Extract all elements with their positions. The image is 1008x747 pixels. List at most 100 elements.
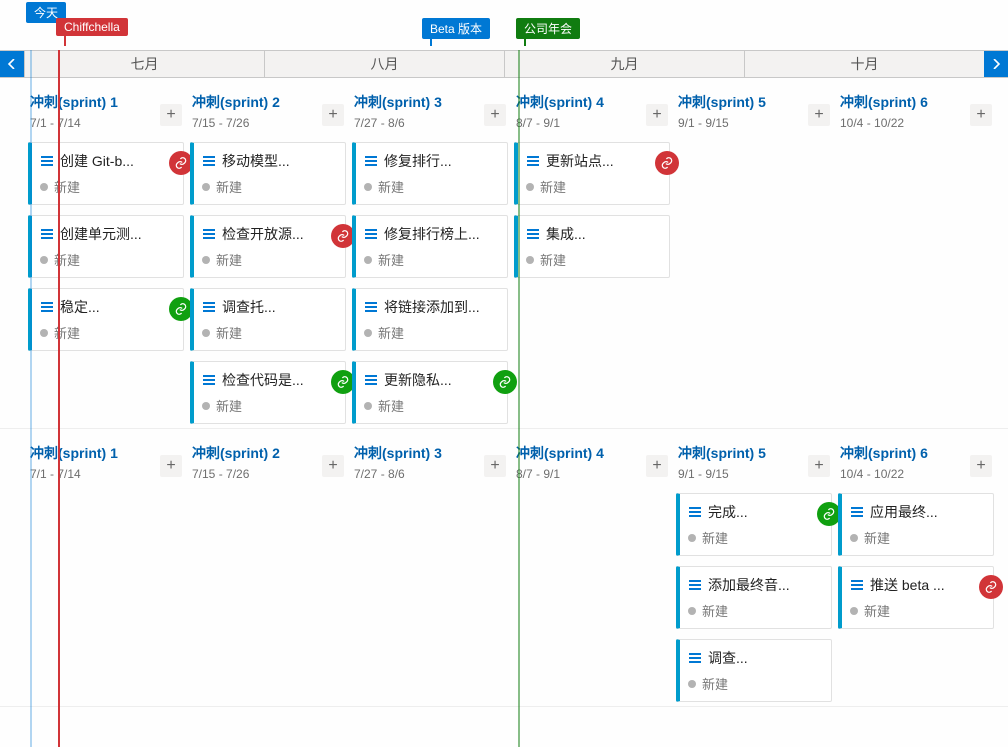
sprint-column: 冲刺(sprint) 17/1 - 7/14+ 创建 Git-b...新建创建单元… bbox=[28, 82, 184, 424]
card-title: 集成... bbox=[546, 224, 586, 244]
status-dot-icon bbox=[688, 607, 696, 615]
scroll-left-button[interactable] bbox=[0, 51, 24, 77]
work-item-card[interactable]: 应用最终... 新建 bbox=[838, 493, 994, 556]
work-item-card[interactable]: 修复排行榜上...新建 bbox=[352, 215, 508, 278]
sprint-header: 冲刺(sprint) 610/4 - 10/22+ bbox=[838, 433, 994, 483]
add-item-button[interactable]: + bbox=[484, 455, 506, 477]
timeline-markers: 今天 Chiffchella Beta 版本 公司年会 bbox=[0, 0, 1008, 50]
card-title: 应用最终... bbox=[870, 502, 938, 522]
card-title: 将链接添加到... bbox=[384, 297, 480, 317]
card-status: 新建 bbox=[864, 528, 890, 547]
status-dot-icon bbox=[688, 680, 696, 688]
add-item-button[interactable]: + bbox=[160, 104, 182, 126]
workitem-icon bbox=[364, 227, 378, 241]
months-header: 七月 八月 九月 十月 bbox=[0, 50, 1008, 78]
workitem-icon bbox=[526, 227, 540, 241]
add-item-button[interactable]: + bbox=[970, 455, 992, 477]
add-item-button[interactable]: + bbox=[970, 104, 992, 126]
sprint-header: 冲刺(sprint) 17/1 - 7/14+ bbox=[28, 82, 184, 132]
status-dot-icon bbox=[526, 256, 534, 264]
sprint-column: 冲刺(sprint) 610/4 - 10/22+ bbox=[838, 82, 994, 424]
work-item-card[interactable]: 推送 beta ... 新建 bbox=[838, 566, 994, 629]
workitem-icon bbox=[40, 300, 54, 314]
sprint-column: 冲刺(sprint) 59/1 - 9/15+完成...新建添加最终音...新建… bbox=[676, 433, 832, 702]
work-item-card[interactable]: 检查代码是...新建 bbox=[190, 361, 346, 424]
status-dot-icon bbox=[202, 256, 210, 264]
card-status: 新建 bbox=[378, 323, 404, 342]
add-item-button[interactable]: + bbox=[322, 104, 344, 126]
status-dot-icon bbox=[202, 329, 210, 337]
card-title: 修复排行榜上... bbox=[384, 224, 480, 244]
marker-chiffchella-label: Chiffchella bbox=[56, 18, 128, 36]
workitem-icon bbox=[688, 578, 702, 592]
card-status: 新建 bbox=[216, 250, 242, 269]
sprint-board: 冲刺(sprint) 17/1 - 7/14+ 创建 Git-b...新建创建单元… bbox=[0, 78, 1008, 707]
status-dot-icon bbox=[364, 256, 372, 264]
work-item-card[interactable]: 完成... 新建 bbox=[676, 493, 832, 556]
sprint-header: 冲刺(sprint) 17/1 - 7/14+ bbox=[28, 433, 184, 483]
work-item-card[interactable]: 调查...新建 bbox=[676, 639, 832, 702]
add-item-button[interactable]: + bbox=[646, 455, 668, 477]
status-dot-icon bbox=[850, 607, 858, 615]
status-dot-icon bbox=[202, 402, 210, 410]
sprint-header: 冲刺(sprint) 27/15 - 7/26+ bbox=[190, 433, 346, 483]
status-dot-icon bbox=[688, 534, 696, 542]
workitem-icon bbox=[850, 578, 864, 592]
sprint-column: 冲刺(sprint) 37/27 - 8/6+ bbox=[352, 433, 508, 702]
work-item-card[interactable]: 集成...新建 bbox=[514, 215, 670, 278]
sprint-header: 冲刺(sprint) 59/1 - 9/15+ bbox=[676, 433, 832, 483]
status-dot-icon bbox=[40, 329, 48, 337]
marker-chiffchella: Chiffchella bbox=[56, 2, 128, 36]
card-title: 更新站点... bbox=[546, 151, 614, 171]
workitem-icon bbox=[364, 300, 378, 314]
status-dot-icon bbox=[40, 256, 48, 264]
sprint-header: 冲刺(sprint) 37/27 - 8/6+ bbox=[352, 82, 508, 132]
work-item-card[interactable]: 调查托...新建 bbox=[190, 288, 346, 351]
work-item-card[interactable]: 稳定... 新建 bbox=[28, 288, 184, 351]
scroll-right-button[interactable] bbox=[984, 51, 1008, 77]
add-item-button[interactable]: + bbox=[322, 455, 344, 477]
card-status: 新建 bbox=[702, 528, 728, 547]
status-dot-icon bbox=[526, 183, 534, 191]
card-status: 新建 bbox=[54, 250, 80, 269]
card-status: 新建 bbox=[702, 601, 728, 620]
work-item-card[interactable]: 更新隐私... 新建 bbox=[352, 361, 508, 424]
work-item-card[interactable]: 创建单元测...新建 bbox=[28, 215, 184, 278]
workitem-icon bbox=[688, 651, 702, 665]
work-item-card[interactable]: 检查开放源...新建 bbox=[190, 215, 346, 278]
sprint-header: 冲刺(sprint) 48/7 - 9/1+ bbox=[514, 82, 670, 132]
month-col: 七月 bbox=[24, 51, 264, 77]
card-title: 推送 beta ... bbox=[870, 575, 945, 595]
sprint-column: 冲刺(sprint) 610/4 - 10/22+应用最终...新建推送 bet… bbox=[838, 433, 994, 702]
add-item-button[interactable]: + bbox=[808, 455, 830, 477]
workitem-icon bbox=[40, 227, 54, 241]
card-status: 新建 bbox=[864, 601, 890, 620]
marker-conf: 公司年会 bbox=[516, 2, 580, 39]
card-title: 完成... bbox=[708, 502, 748, 522]
card-title: 稳定... bbox=[60, 297, 100, 317]
card-title: 调查托... bbox=[222, 297, 276, 317]
add-item-button[interactable]: + bbox=[646, 104, 668, 126]
add-item-button[interactable]: + bbox=[160, 455, 182, 477]
card-status: 新建 bbox=[54, 323, 80, 342]
work-item-card[interactable]: 修复排行...新建 bbox=[352, 142, 508, 205]
status-dot-icon bbox=[364, 402, 372, 410]
add-item-button[interactable]: + bbox=[484, 104, 506, 126]
sprint-header: 冲刺(sprint) 610/4 - 10/22+ bbox=[838, 82, 994, 132]
month-col: 八月 bbox=[264, 51, 504, 77]
card-title: 更新隐私... bbox=[384, 370, 452, 390]
sprint-header: 冲刺(sprint) 37/27 - 8/6+ bbox=[352, 433, 508, 483]
workitem-icon bbox=[364, 154, 378, 168]
card-status: 新建 bbox=[378, 396, 404, 415]
work-item-card[interactable]: 更新站点...新建 bbox=[514, 142, 670, 205]
link-badge-icon bbox=[979, 575, 1003, 599]
work-item-card[interactable]: 添加最终音...新建 bbox=[676, 566, 832, 629]
add-item-button[interactable]: + bbox=[808, 104, 830, 126]
workitem-icon bbox=[202, 300, 216, 314]
work-item-card[interactable]: 创建 Git-b...新建 bbox=[28, 142, 184, 205]
work-item-card[interactable]: 将链接添加到... 新建 bbox=[352, 288, 508, 351]
marker-beta-label: Beta 版本 bbox=[422, 18, 490, 39]
work-item-card[interactable]: 移动模型...新建 bbox=[190, 142, 346, 205]
workitem-icon bbox=[364, 373, 378, 387]
sprint-column: 冲刺(sprint) 48/7 - 9/1+ bbox=[514, 433, 670, 702]
